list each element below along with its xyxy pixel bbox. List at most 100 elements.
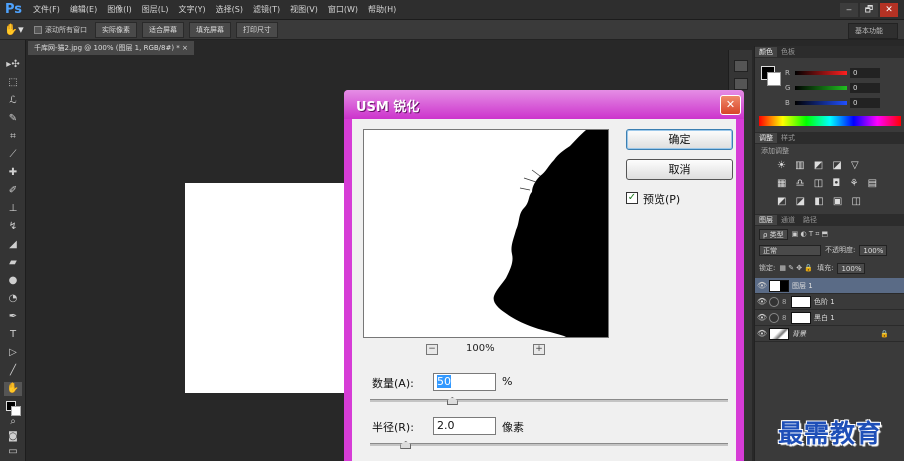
menu-view[interactable]: 视图(V) bbox=[285, 4, 323, 15]
history-brush-tool-icon[interactable]: ↯ bbox=[4, 220, 22, 234]
menu-window[interactable]: 窗口(W) bbox=[323, 4, 363, 15]
tab-adjustments[interactable]: 调整 bbox=[755, 133, 777, 143]
ok-button[interactable]: 确定 bbox=[626, 129, 733, 150]
healing-tool-icon[interactable]: ✚ bbox=[4, 166, 22, 180]
menu-type[interactable]: 文字(Y) bbox=[174, 4, 211, 15]
layer-mask-thumbnail bbox=[791, 295, 811, 308]
close-app-button[interactable]: ✕ bbox=[880, 3, 898, 17]
type-tool-icon[interactable]: T bbox=[4, 328, 22, 342]
dodge-tool-icon[interactable]: ◔ bbox=[4, 292, 22, 306]
blur-tool-icon[interactable]: ● bbox=[4, 274, 22, 288]
tab-swatches[interactable]: 色板 bbox=[777, 47, 799, 57]
crop-tool-icon[interactable]: ⌗ bbox=[4, 130, 22, 144]
color-spectrum-bar[interactable] bbox=[759, 116, 901, 126]
document-tab[interactable]: 千库网-猫2.jpg @ 100% (图层 1, RGB/8#) * × bbox=[28, 41, 194, 55]
menu-file[interactable]: 文件(F) bbox=[28, 4, 65, 15]
color-r-slider[interactable] bbox=[795, 71, 847, 75]
lasso-tool-icon[interactable]: ℒ bbox=[4, 94, 22, 108]
eye-icon[interactable]: 👁 bbox=[755, 329, 769, 338]
menu-select[interactable]: 选择(S) bbox=[211, 4, 248, 15]
color-g-slider[interactable] bbox=[795, 86, 847, 90]
layer-filter-row: ρ 类型 ▣ ◐ T ⌗ ⬒ bbox=[759, 228, 828, 240]
shape-tool-icon[interactable]: ╱ bbox=[4, 364, 22, 378]
zoom-out-button[interactable]: − bbox=[426, 344, 438, 355]
quick-mask-icon[interactable]: ◙ bbox=[4, 430, 22, 444]
filter-icons[interactable]: ▣ ◐ T ⌗ ⬒ bbox=[792, 230, 828, 239]
fill-screen-button[interactable]: 填充屏幕 bbox=[189, 21, 231, 38]
tab-channels[interactable]: 通道 bbox=[777, 215, 799, 225]
stamp-tool-icon[interactable]: ⊥ bbox=[4, 202, 22, 216]
eyedropper-tool-icon[interactable]: ⟋ bbox=[4, 148, 22, 162]
hand-tool-icon[interactable]: ✋ bbox=[4, 382, 22, 396]
dialog-close-button[interactable]: ✕ bbox=[720, 95, 741, 115]
amount-slider-track[interactable] bbox=[370, 399, 728, 402]
hand-icon[interactable]: ✋▾ bbox=[0, 23, 28, 36]
tab-styles[interactable]: 样式 bbox=[777, 133, 799, 143]
color-b-slider[interactable] bbox=[795, 101, 847, 105]
opacity-input[interactable]: 100% bbox=[859, 244, 888, 256]
marquee-tool-icon[interactable]: ⬚ bbox=[4, 76, 22, 90]
path-select-tool-icon[interactable]: ▷ bbox=[4, 346, 22, 360]
minimize-button[interactable]: ‒ bbox=[840, 3, 858, 17]
screen-mode-icon[interactable]: ▭ bbox=[4, 445, 22, 459]
layer-row[interactable]: 👁 8 色阶 1 bbox=[755, 294, 904, 310]
radius-input[interactable]: 2.0 bbox=[433, 417, 496, 435]
fit-screen-button[interactable]: 适合屏幕 bbox=[142, 21, 184, 38]
menu-filter[interactable]: 滤镜(T) bbox=[248, 4, 285, 15]
actions-panel-icon[interactable] bbox=[734, 78, 748, 90]
color-r-value[interactable]: 0 bbox=[850, 68, 880, 78]
tab-layers[interactable]: 图层 bbox=[755, 215, 777, 225]
preview-checkbox[interactable]: ✓ bbox=[626, 192, 638, 204]
layer-row[interactable]: 👁 背景 🔒 bbox=[755, 326, 904, 342]
blend-mode-select[interactable]: 正常 bbox=[759, 244, 821, 256]
zoom-tool-icon[interactable]: ⌕ bbox=[4, 415, 22, 429]
tab-color[interactable]: 颜色 bbox=[755, 47, 777, 57]
color-row-g: G 0 bbox=[785, 83, 880, 93]
eraser-tool-icon[interactable]: ◢ bbox=[4, 238, 22, 252]
preview-label[interactable]: 预览(P) bbox=[643, 191, 680, 207]
eye-icon[interactable]: 👁 bbox=[755, 281, 769, 290]
amount-label: 数量(A): bbox=[372, 377, 414, 390]
radius-slider-track[interactable] bbox=[370, 443, 728, 446]
layer-kind-filter[interactable]: ρ 类型 bbox=[759, 228, 788, 240]
eye-icon[interactable]: 👁 bbox=[755, 297, 769, 306]
gradient-tool-icon[interactable]: ▰ bbox=[4, 256, 22, 270]
actual-pixels-button[interactable]: 实际像素 bbox=[95, 21, 137, 38]
fill-input[interactable]: 100% bbox=[837, 262, 866, 274]
history-panel-icon[interactable] bbox=[734, 60, 748, 72]
eye-icon[interactable]: 👁 bbox=[755, 313, 769, 322]
dialog-title-bar[interactable]: USM 锐化 ✕ bbox=[344, 90, 744, 119]
lock-icon: 🔒 bbox=[880, 329, 889, 338]
watermark: 最需教育 bbox=[778, 419, 883, 448]
layer-row[interactable]: 👁 图层 1 bbox=[755, 278, 904, 294]
menu-edit[interactable]: 编辑(E) bbox=[65, 4, 102, 15]
color-g-value[interactable]: 0 bbox=[850, 83, 880, 93]
layer-row[interactable]: 👁 8 黑白 1 bbox=[755, 310, 904, 326]
quick-select-tool-icon[interactable]: ✎ bbox=[4, 112, 22, 126]
amount-input[interactable]: 50 bbox=[433, 373, 496, 391]
zoom-in-button[interactable]: + bbox=[533, 344, 545, 355]
restore-button[interactable]: 🗗 bbox=[860, 3, 878, 17]
print-size-button[interactable]: 打印尺寸 bbox=[236, 21, 278, 38]
workspace-switcher[interactable]: 基本功能 bbox=[848, 23, 898, 39]
tab-paths[interactable]: 路径 bbox=[799, 215, 821, 225]
lock-icons[interactable]: ▦ ✎ ✥ 🔒 bbox=[779, 264, 813, 272]
background-color-swatch[interactable] bbox=[11, 406, 21, 416]
document-image[interactable] bbox=[185, 183, 350, 393]
menu-help[interactable]: 帮助(H) bbox=[363, 4, 401, 15]
pen-tool-icon[interactable]: ✒ bbox=[4, 310, 22, 324]
add-adjustment-label: 添加调整 bbox=[761, 147, 789, 155]
window-controls: ‒ 🗗 ✕ bbox=[840, 3, 898, 17]
brush-tool-icon[interactable]: ✐ bbox=[4, 184, 22, 198]
adjustment-icons-row-2[interactable]: ▦ ♎ ◫ ◘ ⚘ ▤ bbox=[777, 178, 887, 190]
adjustment-icons-row-3[interactable]: ◩ ◪ ◧ ▣ ◫ bbox=[777, 196, 887, 208]
scroll-all-checkbox[interactable] bbox=[34, 25, 42, 34]
cancel-button[interactable]: 取消 bbox=[626, 159, 733, 180]
menu-image[interactable]: 图像(I) bbox=[102, 4, 137, 15]
filter-preview[interactable] bbox=[363, 129, 609, 338]
adjustment-icons-row-1[interactable]: ☀ ▥ ◩ ◪ ▽ bbox=[777, 160, 887, 172]
color-b-value[interactable]: 0 bbox=[850, 98, 880, 108]
move-tool-icon[interactable]: ▸✣ bbox=[4, 58, 22, 72]
menu-layer[interactable]: 图层(L) bbox=[137, 4, 174, 15]
color-panel-bg-swatch[interactable] bbox=[767, 72, 781, 86]
